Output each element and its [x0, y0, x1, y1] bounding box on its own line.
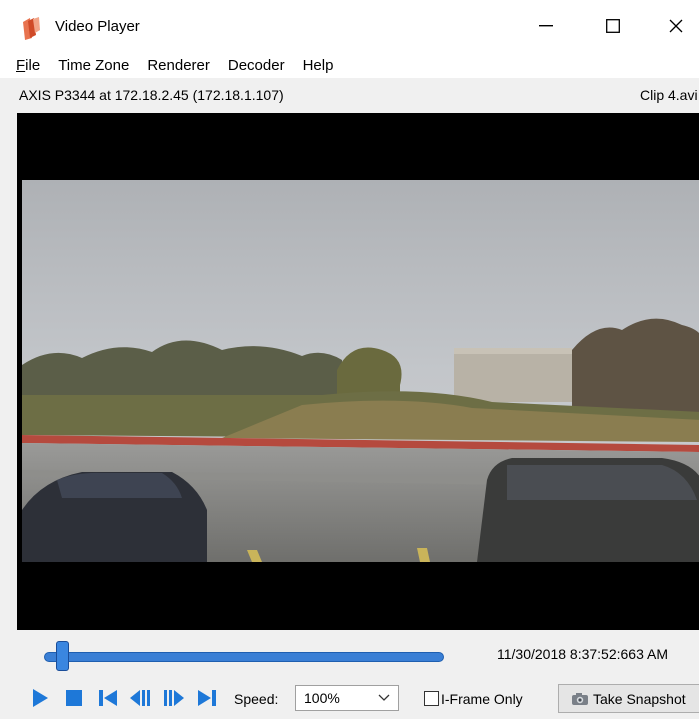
iframe-only-checkbox[interactable]: [424, 691, 439, 706]
clip-name: Clip 4.avi: [640, 87, 698, 103]
go-to-start-button[interactable]: [96, 688, 120, 708]
close-icon: [669, 19, 683, 33]
chevron-down-icon: [378, 694, 390, 701]
menu-file-mnemonic: F: [16, 56, 26, 74]
menu-decoder[interactable]: Decoder: [226, 55, 287, 76]
camera-info: AXIS P3344 at 172.18.2.45 (172.18.1.107): [19, 87, 284, 103]
step-back-button[interactable]: [128, 688, 152, 708]
iframe-only-label[interactable]: I-Frame Only: [441, 691, 523, 707]
speed-label: Speed:: [234, 691, 279, 707]
skip-to-end-icon: [198, 690, 216, 706]
take-snapshot-button[interactable]: Take Snapshot: [558, 684, 699, 713]
menu-renderer[interactable]: Renderer: [145, 55, 212, 76]
step-forward-button[interactable]: [162, 688, 186, 708]
menu-file-label: ile: [25, 56, 41, 74]
seek-bar-thumb[interactable]: [56, 641, 69, 671]
menu-help[interactable]: Help: [301, 55, 336, 76]
menu-bar: File Time Zone Renderer Decoder Help: [0, 52, 699, 78]
take-snapshot-label: Take Snapshot: [593, 691, 686, 707]
play-button[interactable]: [28, 688, 52, 708]
minimize-icon: [539, 25, 553, 27]
timeline: 11/30/2018 8:37:52:663 AM: [0, 632, 699, 678]
skip-to-start-icon: [99, 690, 117, 706]
step-forward-icon: [164, 690, 184, 706]
video-player-app-icon: [23, 17, 40, 40]
window-title: Video Player: [55, 18, 140, 35]
stop-button[interactable]: [62, 688, 86, 708]
play-icon: [33, 689, 48, 707]
video-display[interactable]: [17, 113, 699, 630]
speed-dropdown[interactable]: 100%: [295, 685, 399, 711]
video-player-window: Video Player File Time Zone Renderer Dec…: [0, 0, 699, 719]
step-back-icon: [130, 690, 150, 706]
stop-icon: [66, 690, 82, 706]
menu-file[interactable]: File: [14, 55, 42, 76]
maximize-icon: [606, 19, 620, 33]
maximize-button[interactable]: [585, 0, 641, 52]
video-frame: [22, 180, 699, 562]
menu-time-zone[interactable]: Time Zone: [56, 55, 131, 76]
info-bar: AXIS P3344 at 172.18.2.45 (172.18.1.107)…: [0, 80, 699, 112]
camera-icon: [572, 693, 588, 705]
seek-bar-track[interactable]: [44, 652, 444, 662]
go-to-end-button[interactable]: [195, 688, 219, 708]
speed-value: 100%: [304, 690, 340, 706]
minimize-button[interactable]: [518, 0, 574, 52]
playback-controls: Speed: 100% I-Frame Only Take Snapshot: [0, 678, 699, 719]
close-button[interactable]: [648, 0, 699, 52]
title-bar[interactable]: Video Player: [0, 0, 699, 52]
current-timestamp: 11/30/2018 8:37:52:663 AM: [497, 646, 668, 662]
